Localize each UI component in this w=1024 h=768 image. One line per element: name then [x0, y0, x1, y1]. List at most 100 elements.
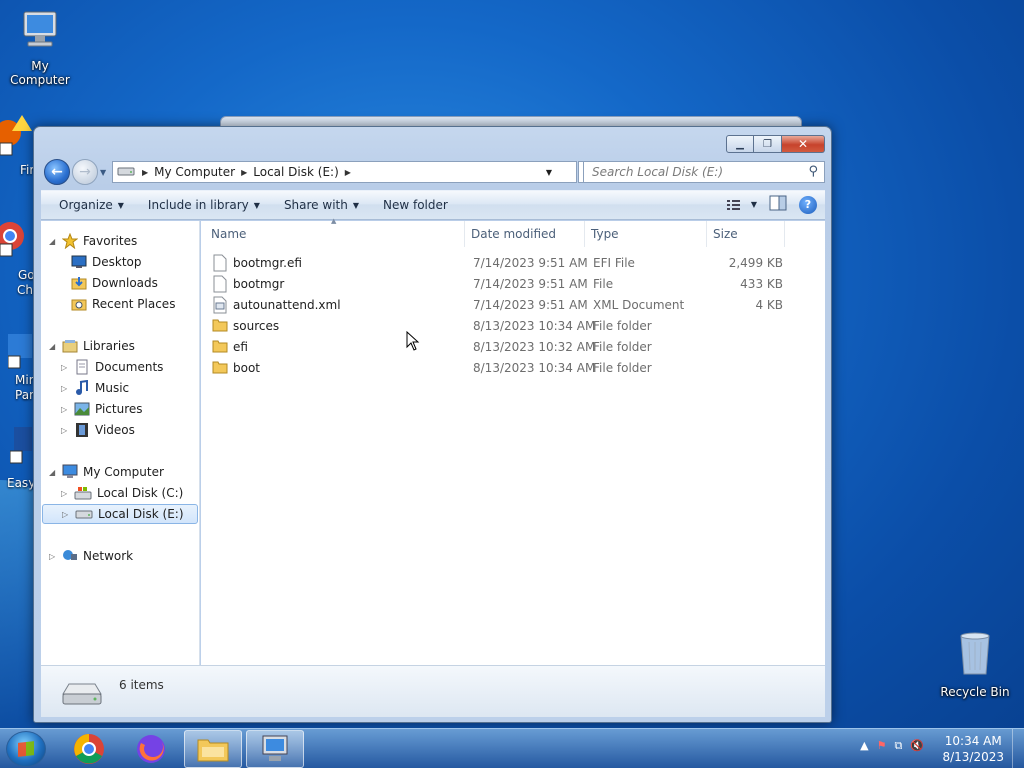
file-date: 7/14/2023 9:51 AM — [473, 277, 588, 291]
navigation-pane: ◢ Favorites Desktop Downloads Recent Pla… — [41, 221, 200, 665]
tree-label: Favorites — [83, 234, 138, 248]
breadcrumb-separator-icon[interactable]: ▶ — [238, 168, 250, 177]
taskbar-chrome[interactable] — [60, 730, 118, 768]
table-row[interactable]: sources 8/13/2023 10:34 AM File folder — [201, 316, 825, 337]
tree-item-network[interactable]: ▷ Network — [49, 546, 133, 566]
tree-label: Music — [95, 381, 130, 395]
easybcd-shortcut-icon[interactable] — [9, 425, 34, 468]
tree-label: Desktop — [92, 255, 142, 269]
expand-arrow-icon[interactable]: ▷ — [61, 405, 69, 414]
action-center-flag-icon[interactable]: ⚑ — [877, 739, 887, 753]
desktop-partial-label: Par — [15, 388, 34, 402]
computer-icon — [0, 8, 80, 55]
address-dropdown-icon[interactable]: ▼ — [542, 162, 556, 182]
tree-item-libraries[interactable]: ◢ Libraries — [49, 336, 135, 356]
expand-arrow-icon[interactable]: ▷ — [61, 384, 69, 393]
drive-icon — [75, 510, 93, 519]
file-type: File folder — [593, 340, 652, 354]
expand-arrow-icon[interactable]: ▷ — [61, 426, 69, 435]
close-button[interactable]: ✕ — [782, 135, 825, 153]
expand-arrow-icon[interactable]: ▷ — [61, 489, 69, 498]
minitool-shortcut-icon[interactable] — [7, 330, 32, 373]
change-view-button[interactable]: ▼ — [726, 199, 757, 211]
table-row[interactable]: autounattend.xml 7/14/2023 9:51 AM XML D… — [201, 295, 825, 316]
address-bar[interactable]: ▶ My Computer ▶ Local Disk (E:) ▶ ▼ ⇄ — [112, 161, 604, 183]
tree-item-downloads[interactable]: Downloads — [71, 273, 158, 293]
breadcrumb-my-computer[interactable]: My Computer — [151, 165, 238, 179]
computer-network-icon — [262, 735, 288, 761]
file-size: 2,499 KB — [728, 256, 783, 270]
file-list: Name Date modified Type Size ▲ bootmgr.e… — [201, 217, 825, 665]
start-button[interactable] — [6, 731, 46, 767]
table-row[interactable]: bootmgr.efi 7/14/2023 9:51 AM EFI File 2… — [201, 253, 825, 274]
chrome-shortcut-icon[interactable] — [0, 218, 32, 261]
column-header-type[interactable]: Type — [585, 221, 707, 247]
tree-item-pictures[interactable]: ▷ Pictures — [61, 399, 143, 419]
share-with-label: Share with — [283, 198, 348, 212]
sort-indicator-icon: ▲ — [331, 217, 337, 225]
column-header-size[interactable]: Size — [707, 221, 785, 247]
forward-button[interactable]: → — [72, 159, 98, 185]
breadcrumb-separator-icon[interactable]: ▶ — [342, 168, 354, 177]
tree-item-music[interactable]: ▷ Music — [61, 378, 129, 398]
expand-arrow-icon[interactable]: ◢ — [49, 468, 57, 477]
taskbar-explorer[interactable] — [184, 730, 242, 768]
desktop-icon-my-computer[interactable]: My Computer — [0, 8, 80, 87]
new-folder-button[interactable]: New folder — [371, 198, 460, 212]
table-row[interactable]: boot 8/13/2023 10:34 AM File folder — [201, 358, 825, 379]
tree-label: Downloads — [92, 276, 158, 290]
desktop-icon-recycle-bin[interactable]: Recycle Bin — [935, 630, 1015, 699]
clock[interactable]: 10:34 AM 8/13/2023 — [942, 733, 1004, 765]
breadcrumb-separator-icon[interactable]: ▶ — [139, 168, 151, 177]
desktop-folder-icon — [71, 255, 87, 268]
column-label: Name — [211, 227, 247, 241]
search-icon[interactable]: ⚲ — [808, 164, 818, 179]
breadcrumb-local-disk-e[interactable]: Local Disk (E:) — [250, 165, 342, 179]
tree-item-local-disk-c[interactable]: ▷ Local Disk (C:) — [61, 483, 183, 503]
help-icon[interactable]: ? — [799, 195, 817, 214]
expand-arrow-icon[interactable]: ◢ — [49, 342, 57, 351]
network-status-icon[interactable]: ⧉ — [894, 739, 902, 753]
share-with-button[interactable]: Share with ▼ — [272, 198, 371, 212]
volume-muted-icon[interactable]: 🔇 — [910, 739, 924, 753]
expand-arrow-icon[interactable]: ▷ — [49, 552, 57, 561]
table-row[interactable]: bootmgr 7/14/2023 9:51 AM File 433 KB — [201, 274, 825, 295]
documents-icon — [76, 359, 88, 375]
tree-item-local-disk-e[interactable]: ▷ Local Disk (E:) — [42, 504, 198, 524]
column-header-date-modified[interactable]: Date modified — [465, 221, 585, 247]
expand-arrow-icon[interactable]: ▷ — [61, 363, 69, 372]
desktop-partial-label: Ch — [17, 283, 33, 297]
file-type: File — [593, 277, 614, 291]
taskbar-firefox[interactable] — [122, 730, 180, 768]
organize-button[interactable]: Organize ▼ — [41, 198, 136, 212]
desktop-partial-label: Mir — [15, 373, 34, 387]
search-input[interactable]: Search Local Disk (E:) ⚲ — [583, 161, 825, 183]
table-row[interactable]: efi 8/13/2023 10:32 AM File folder — [201, 337, 825, 358]
recent-pages-dropdown-icon[interactable]: ▼ — [100, 168, 106, 177]
show-desktop-button[interactable] — [1012, 729, 1024, 768]
tree-item-desktop[interactable]: Desktop — [71, 252, 142, 272]
file-date: 7/14/2023 9:51 AM — [473, 256, 588, 270]
tree-item-my-computer[interactable]: ◢ My Computer — [49, 462, 164, 482]
tree-item-documents[interactable]: ▷ Documents — [61, 357, 163, 377]
back-button[interactable]: ← — [44, 159, 70, 185]
search-placeholder: Search Local Disk (E:) — [592, 165, 724, 179]
firefox-shortcut-icon[interactable] — [0, 115, 32, 157]
preview-pane-button[interactable] — [769, 195, 787, 214]
show-hidden-icons-icon[interactable]: ▲ — [860, 739, 868, 753]
item-count: 6 items — [119, 678, 164, 692]
minimize-button[interactable]: ▁ — [726, 135, 754, 153]
tree-item-favorites[interactable]: ◢ Favorites — [49, 231, 137, 251]
tree-item-recent-places[interactable]: Recent Places — [71, 294, 175, 314]
file-name: autounattend.xml — [233, 298, 341, 312]
expand-arrow-icon[interactable]: ◢ — [49, 237, 57, 246]
tree-label: Pictures — [95, 402, 143, 416]
tree-item-videos[interactable]: ▷ Videos — [61, 420, 135, 440]
expand-arrow-icon[interactable]: ▷ — [62, 510, 70, 519]
column-header-name[interactable]: Name — [209, 221, 465, 247]
file-date: 8/13/2023 10:34 AM — [473, 361, 596, 375]
include-in-library-button[interactable]: Include in library ▼ — [136, 198, 272, 212]
tree-label: Libraries — [83, 339, 135, 353]
taskbar-remote-app[interactable] — [246, 730, 304, 768]
maximize-button[interactable]: ❐ — [754, 135, 782, 153]
